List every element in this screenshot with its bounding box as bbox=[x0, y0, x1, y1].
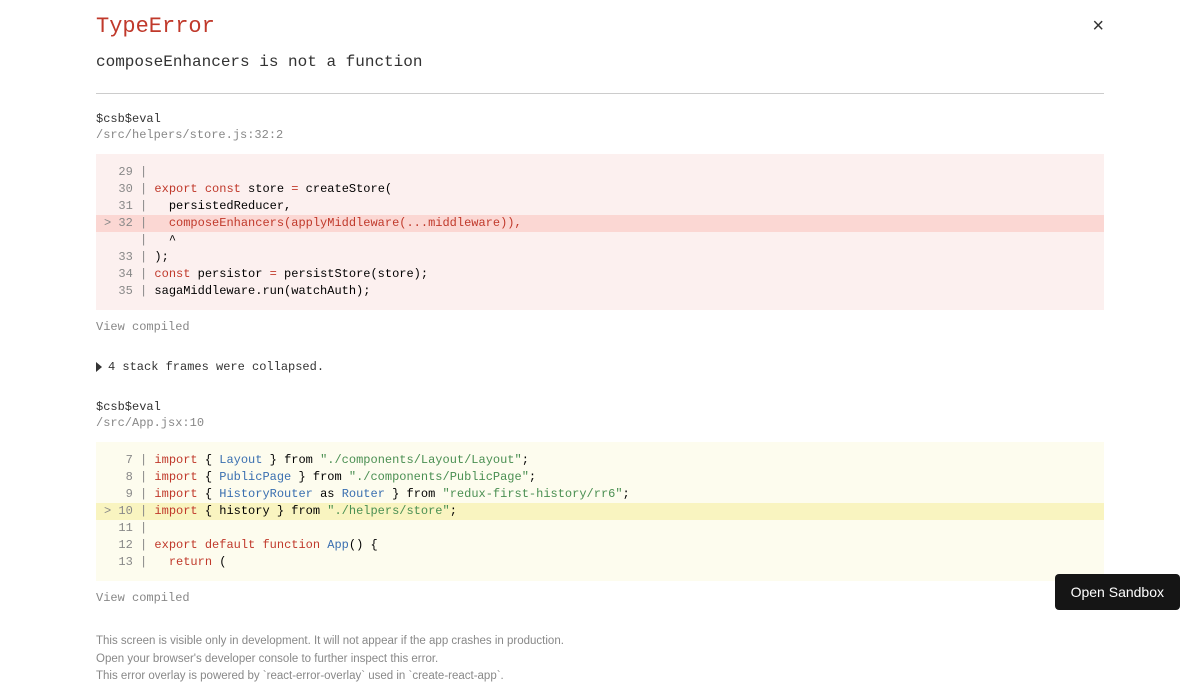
chevron-right-icon bbox=[96, 362, 102, 372]
error-type: TypeError bbox=[96, 14, 215, 39]
frame-location: /src/App.jsx:10 bbox=[96, 416, 1104, 430]
frame-location: /src/helpers/store.js:32:2 bbox=[96, 128, 1104, 142]
divider bbox=[96, 93, 1104, 94]
code-block: 29 | 30 | export const store = createSto… bbox=[96, 154, 1104, 310]
footer-line: This screen is visible only in developme… bbox=[96, 633, 1104, 650]
open-sandbox-button[interactable]: Open Sandbox bbox=[1055, 574, 1180, 610]
view-compiled-link[interactable]: View compiled bbox=[96, 320, 1104, 334]
footer-line: Open your browser's developer console to… bbox=[96, 651, 1104, 668]
close-icon[interactable]: × bbox=[1092, 14, 1104, 38]
footer-line: This error overlay is powered by `react-… bbox=[96, 668, 1104, 685]
code-block: 7 | import { Layout } from "./components… bbox=[96, 442, 1104, 581]
error-message: composeEnhancers is not a function bbox=[96, 53, 1104, 71]
collapsed-frames-text: 4 stack frames were collapsed. bbox=[108, 360, 324, 374]
collapsed-frames-toggle[interactable]: 4 stack frames were collapsed. bbox=[96, 360, 1104, 374]
view-compiled-link[interactable]: View compiled bbox=[96, 591, 1104, 605]
frame-function: $csb$eval bbox=[96, 112, 1104, 126]
frame-function: $csb$eval bbox=[96, 400, 1104, 414]
footer-notes: This screen is visible only in developme… bbox=[96, 633, 1104, 685]
